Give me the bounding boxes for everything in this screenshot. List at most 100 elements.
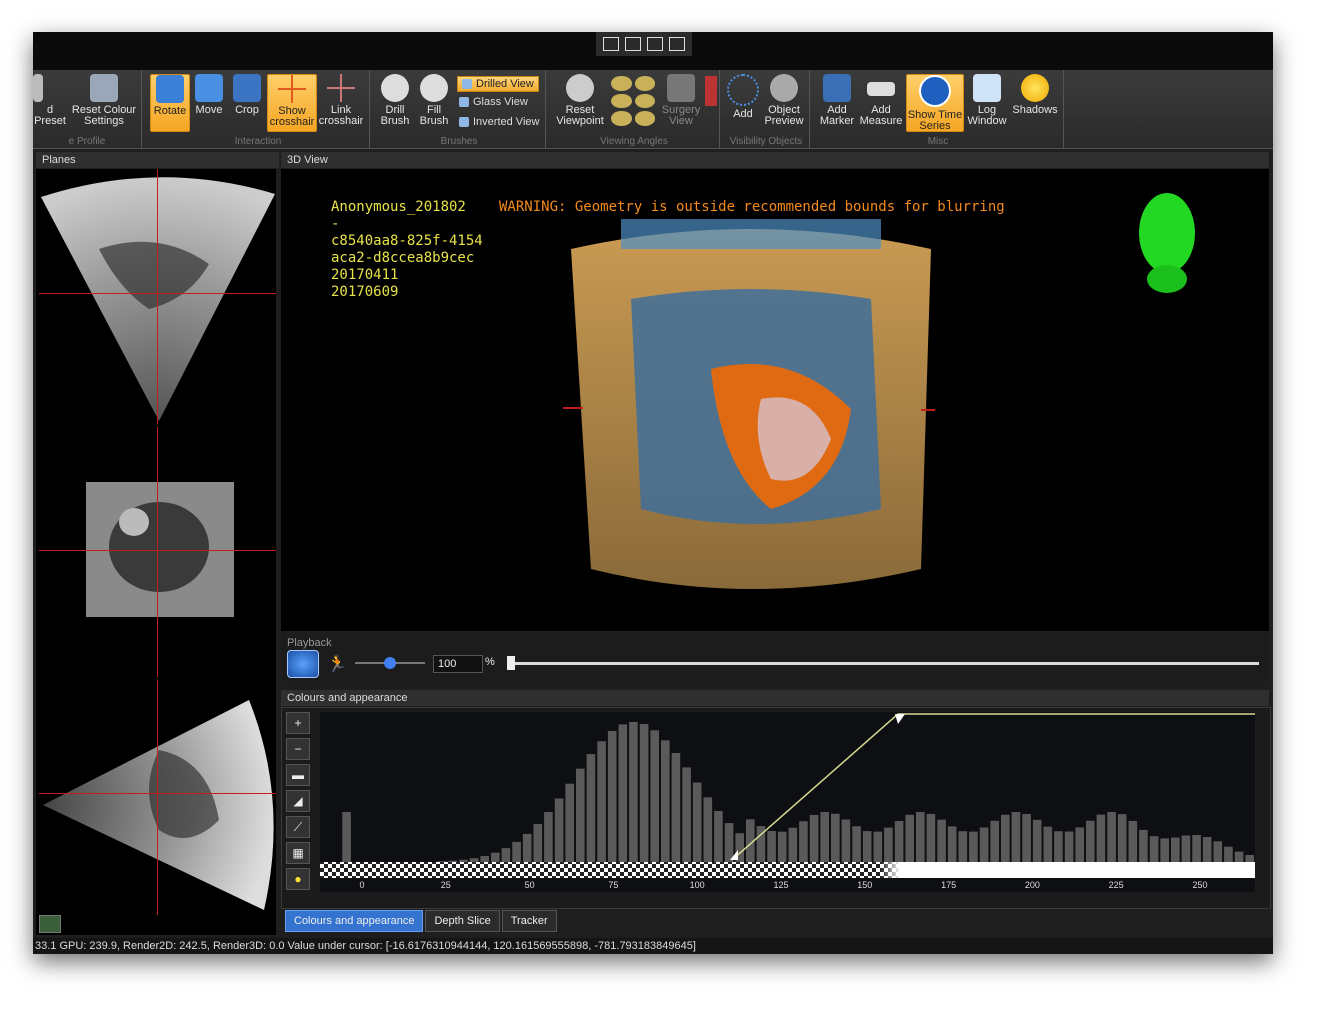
histogram-bar: [576, 768, 585, 862]
head-angle-icon[interactable]: [611, 93, 632, 109]
tab-depth-slice[interactable]: Depth Slice: [425, 910, 500, 932]
preset-button[interactable]: d Preset: [33, 74, 67, 130]
head-angle-icon[interactable]: [634, 111, 655, 126]
inverted-view-option[interactable]: Inverted View: [459, 116, 539, 128]
ramp-curve-icon[interactable]: ◢: [286, 790, 310, 812]
histogram-bar: [1160, 838, 1169, 862]
link-crosshair-label: Link crosshair: [318, 104, 364, 127]
crop-button[interactable]: Crop: [229, 74, 265, 130]
x-tick-label: 200: [1025, 880, 1040, 890]
add-object-icon: [727, 74, 759, 106]
plane-view-top[interactable]: [39, 169, 276, 424]
head-angle-icon[interactable]: [611, 111, 632, 126]
marker-flag-icon: [823, 74, 851, 102]
move-button[interactable]: Move: [191, 74, 227, 130]
histogram-bar: [1043, 826, 1053, 862]
log-window-icon: [973, 74, 1001, 102]
histogram-bar: [873, 831, 883, 862]
app-window: d Preset Reset Colour Settings e Profile…: [33, 32, 1273, 954]
screenshot-icon[interactable]: [625, 37, 641, 51]
crop-icon: [233, 74, 261, 102]
add-measure-button[interactable]: Add Measure: [859, 74, 903, 130]
add-measure-label: Add Measure: [859, 104, 903, 127]
object-preview-button[interactable]: Object Preview: [761, 74, 807, 130]
colour-picker-icon[interactable]: ●: [286, 868, 310, 890]
fill-brush-button[interactable]: Fill Brush: [415, 74, 453, 130]
x-tick-label: 150: [857, 880, 872, 890]
plane-view-middle[interactable]: [39, 427, 276, 677]
speed-input[interactable]: 100: [433, 655, 483, 673]
add-marker-button[interactable]: Add Marker: [817, 74, 857, 130]
histogram-bar: [1075, 827, 1084, 862]
object-preview-icon: [770, 74, 798, 102]
planes-settings-icon[interactable]: [39, 915, 61, 933]
drill-brush-button[interactable]: Drill Brush: [376, 74, 414, 130]
histogram-bar: [1117, 814, 1127, 862]
snap-icon[interactable]: [603, 37, 619, 51]
glass-view-option[interactable]: Glass View: [459, 96, 528, 108]
patient-uid-part2: aca2-d8ccea8b9cec: [331, 250, 475, 266]
drilled-view-option[interactable]: Drilled View: [457, 76, 539, 92]
shadows-button[interactable]: Shadows: [1011, 74, 1059, 130]
histogram-bar: [1139, 829, 1148, 862]
head-angle-icon[interactable]: [634, 93, 655, 109]
restore-icon[interactable]: [669, 37, 685, 51]
title-bar: [33, 32, 1273, 70]
add-object-label: Add: [733, 108, 753, 120]
histogram-bar: [671, 753, 681, 862]
patient-uid-part1: c8540aa8-825f-4154: [331, 233, 483, 249]
log-window-button[interactable]: Log Window: [965, 74, 1009, 130]
histogram-bar: [1181, 835, 1191, 862]
timeline-thumb[interactable]: [507, 656, 515, 670]
zoom-in-icon[interactable]: +: [286, 712, 310, 734]
histogram-bar: [682, 767, 691, 862]
drilled-view-label: Drilled View: [476, 78, 534, 90]
view3d-canvas[interactable]: Anonymous_201802 - c8540aa8-825f-4154 ac…: [281, 169, 1269, 631]
transfer-function-histogram[interactable]: 0 25 50 75 100 125 150 175 200 225 250: [320, 712, 1255, 892]
tab-colours-and-appearance[interactable]: Colours and appearance: [285, 910, 424, 932]
orientation-head-icon[interactable]: [1136, 189, 1198, 294]
visibility-objects-group-label: Visibility Objects: [729, 136, 803, 147]
show-time-series-button[interactable]: Show Time Series: [906, 74, 964, 132]
histogram-bar: [1032, 819, 1042, 862]
histogram-bar: [1054, 831, 1063, 862]
tab-tracker[interactable]: Tracker: [501, 910, 557, 932]
cursor-pointer-icon[interactable]: [705, 76, 717, 106]
surgery-view-button[interactable]: Surgery View: [659, 74, 703, 130]
linear-curve-icon[interactable]: ⟋: [286, 816, 310, 838]
play-button[interactable]: [287, 650, 319, 678]
reset-viewpoint-button[interactable]: Reset Viewpoint: [553, 74, 607, 130]
zoom-out-icon[interactable]: −: [286, 738, 310, 760]
add-object-button[interactable]: Add: [725, 74, 761, 130]
patient-name: Anonymous_201802: [331, 199, 466, 215]
histogram-bar: [1022, 814, 1031, 862]
brushes-group: Drill Brush Fill Brush Drilled View Glas…: [373, 70, 546, 148]
maximize-icon[interactable]: [647, 37, 663, 51]
timeline-slider[interactable]: [507, 656, 1259, 670]
speed-slider-thumb[interactable]: [384, 657, 396, 669]
surgery-view-icon: [667, 74, 695, 102]
show-crosshair-button[interactable]: Show crosshair: [267, 74, 317, 132]
settings-label: Settings: [84, 115, 124, 127]
reset-colour-settings-button[interactable]: Reset Colour Settings: [69, 74, 139, 130]
rotate-button[interactable]: Rotate: [150, 74, 190, 132]
colour-map-icon[interactable]: ▦: [286, 842, 310, 864]
histogram-bar: [926, 813, 936, 862]
link-crosshair-button[interactable]: Link crosshair: [317, 74, 365, 130]
skull-drill-icon: [381, 74, 409, 102]
drill-brush-label: Drill Brush: [380, 104, 410, 127]
head-angle-icon[interactable]: [611, 76, 632, 91]
histogram-bar: [554, 798, 564, 862]
histogram-bar: [1001, 814, 1010, 862]
histogram-bar: [809, 814, 819, 862]
running-man-icon: 🏃: [327, 656, 347, 673]
crosshair-vertical: [157, 680, 158, 915]
study-date: 20170411: [331, 267, 399, 283]
planes-panel: [36, 169, 276, 935]
plane-view-bottom[interactable]: [39, 680, 276, 915]
flat-curve-icon[interactable]: ▬: [286, 764, 310, 786]
speed-slider[interactable]: [355, 657, 425, 669]
histogram-bar: [522, 833, 532, 862]
head-angle-icon[interactable]: [634, 76, 655, 91]
sun-icon: [1021, 74, 1049, 102]
